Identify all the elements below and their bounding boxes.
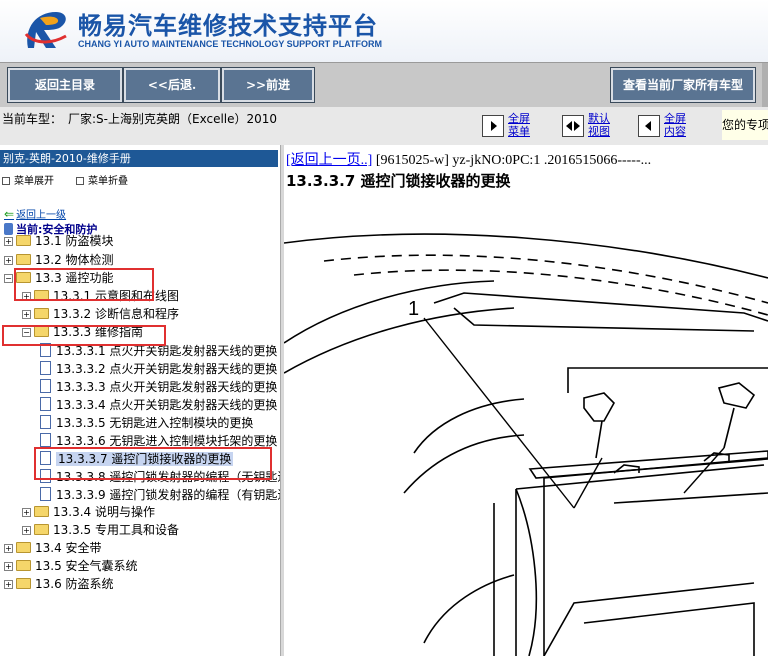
tree-item-label[interactable]: 13.3.4 说明与操作	[53, 505, 155, 519]
expand-toggle-icon[interactable]: +	[4, 237, 13, 246]
back-level-link[interactable]: ⇐ 返回上一级	[4, 206, 66, 221]
highlight-box	[14, 268, 154, 301]
tree-item-label[interactable]: 13.3.3.9 遥控门锁发射器的编程（有钥匙进入）	[56, 488, 280, 502]
document-icon	[40, 361, 51, 375]
current-model: 当前车型： 厂家:S-上海别克英朗（Excelle）2010	[2, 110, 283, 127]
folder-icon	[16, 254, 31, 265]
document-icon	[40, 415, 51, 429]
back-page-link[interactable]: [返回上一页..]	[286, 153, 372, 168]
highlight-box	[34, 447, 272, 480]
checkbox-icon	[76, 177, 84, 185]
site-title: 畅易汽车维修技术支持平台	[78, 12, 378, 40]
folder-icon	[16, 578, 31, 589]
tree-item-label[interactable]: 13.3.5 专用工具和设备	[53, 523, 179, 537]
back-arrow-icon: ⇐	[4, 207, 15, 221]
checkbox-icon	[2, 177, 10, 185]
tree-item-label[interactable]: 13.3.3.1 点火开关钥匙发射器天线的更换	[56, 344, 277, 358]
document-icon	[40, 397, 51, 411]
callout-label: 1	[408, 298, 419, 320]
tree-folder-item[interactable]: +13.6 防盗系统	[4, 575, 114, 593]
tree-item-label[interactable]: 13.5 安全气囊系统	[35, 559, 138, 573]
folder-icon	[34, 308, 49, 319]
expand-toggle-icon[interactable]: +	[4, 580, 13, 589]
content-header: [返回上一页..] [9615025-w] yz-jkNO:0PC:1 .201…	[286, 149, 651, 169]
expand-menu-option[interactable]: 菜单展开	[2, 172, 54, 187]
collapse-toggle-icon[interactable]: −	[4, 274, 13, 283]
tree-item-label[interactable]: 13.3.3.6 无钥匙进入控制模块托架的更换	[56, 434, 277, 448]
sidebar-title: 别克-英朗-2010-维修手册	[0, 150, 278, 167]
site-subtitle: CHANG YI AUTO MAINTENANCE TECHNOLOGY SUP…	[78, 39, 383, 49]
tree-doc-item[interactable]: 13.3.3.2 点火开关钥匙发射器天线的更换	[40, 360, 277, 378]
tree-item-label[interactable]: 13.3.3.4 点火开关钥匙发射器天线的更换	[56, 398, 277, 412]
collapse-menu-option[interactable]: 菜单折叠	[76, 172, 128, 187]
folder-icon	[16, 542, 31, 553]
expand-toggle-icon[interactable]: +	[22, 526, 31, 535]
fullscreen-menu-icon	[482, 115, 504, 137]
forward-button[interactable]: >>前进	[222, 68, 314, 102]
document-title: 13.3.3.7 遥控门锁接收器的更换	[286, 172, 511, 190]
tree-item-label[interactable]: 13.3.2 诊断信息和程序	[53, 307, 179, 321]
fullscreen-menu-text[interactable]: 全屏 菜单	[508, 112, 530, 138]
tree-folder-item[interactable]: +13.3.4 说明与操作	[22, 503, 155, 521]
all-models-button[interactable]: 查看当前厂家所有车型	[611, 68, 755, 102]
scrolling-notice: 您的专项	[722, 110, 768, 140]
default-view-text[interactable]: 默认 视图	[588, 112, 610, 138]
tree-doc-item[interactable]: 13.3.3.4 点火开关钥匙发射器天线的更换	[40, 396, 277, 414]
tree-item-label[interactable]: 13.3.3.5 无钥匙进入控制模块的更换	[56, 416, 253, 430]
tree-folder-item[interactable]: +13.4 安全带	[4, 539, 102, 557]
main-menu-button[interactable]: 返回主目录	[8, 68, 122, 102]
default-view-icon	[562, 115, 584, 137]
back-button[interactable]: <<后退.	[124, 68, 220, 102]
tree-folder-item[interactable]: +13.1 防盗模块	[4, 232, 114, 250]
sidebar: 别克-英朗-2010-维修手册 菜单展开 菜单折叠 ⇐ 返回上一级 当前:安全和防…	[0, 145, 280, 656]
logo-icon	[24, 12, 67, 48]
current-model-value: 厂家:S-上海别克英朗（Excelle）2010	[68, 112, 278, 126]
tree-doc-item[interactable]: 13.3.3.9 遥控门锁发射器的编程（有钥匙进入）	[40, 486, 280, 504]
document-icon	[40, 487, 51, 501]
document-icon	[40, 433, 51, 447]
folder-icon	[16, 560, 31, 571]
tree-item-label[interactable]: 13.1 防盗模块	[35, 234, 114, 248]
fullscreen-content-icon	[638, 115, 660, 137]
toolbar-edge	[762, 63, 768, 107]
tree-item-label[interactable]: 13.6 防盗系统	[35, 577, 114, 591]
folder-icon	[34, 524, 49, 535]
folder-icon	[34, 506, 49, 517]
expand-toggle-icon[interactable]: +	[22, 310, 31, 319]
expand-toggle-icon[interactable]: +	[4, 562, 13, 571]
tree-folder-item[interactable]: +13.3.2 诊断信息和程序	[22, 305, 179, 323]
expand-toggle-icon[interactable]: +	[4, 256, 13, 265]
expand-toggle-icon[interactable]: +	[4, 544, 13, 553]
tree-item-label[interactable]: 13.4 安全带	[35, 541, 102, 555]
tree-item-label[interactable]: 13.3.3.2 点火开关钥匙发射器天线的更换	[56, 362, 277, 376]
info-bar: 当前车型： 厂家:S-上海别克英朗（Excelle）2010 全屏 菜单 默认 视图 …	[0, 107, 768, 145]
folder-icon	[16, 235, 31, 246]
expand-toggle-icon[interactable]: +	[22, 508, 31, 517]
tree-item-label[interactable]: 13.3.3.3 点火开关钥匙发射器天线的更换	[56, 380, 277, 394]
fullscreen-content-text[interactable]: 全屏 内容	[664, 112, 686, 138]
tree-item-label[interactable]: 13.2 物体检测	[35, 253, 114, 267]
document-icon	[40, 379, 51, 393]
current-model-label: 当前车型：	[2, 112, 63, 126]
content-pane: [返回上一页..] [9615025-w] yz-jkNO:0PC:1 .201…	[284, 145, 768, 656]
toolbar: 返回主目录 <<后退. >>前进 查看当前厂家所有车型	[0, 62, 768, 108]
tree-folder-item[interactable]: +13.5 安全气囊系统	[4, 557, 138, 575]
header-banner: 畅易汽车维修技术支持平台 CHANG YI AUTO MAINTENANCE T…	[0, 0, 768, 62]
tree-folder-item[interactable]: +13.3.5 专用工具和设备	[22, 521, 179, 539]
reference-text: [9615025-w] yz-jkNO:0PC:1 .2016515066---…	[375, 153, 652, 168]
tree-folder-item[interactable]: +13.2 物体检测	[4, 251, 114, 269]
tree-doc-item[interactable]: 13.3.3.3 点火开关钥匙发射器天线的更换	[40, 378, 277, 396]
tree-doc-item[interactable]: 13.3.3.5 无钥匙进入控制模块的更换	[40, 414, 253, 432]
receiver-diagram: 1	[284, 233, 768, 656]
highlight-box	[2, 325, 166, 346]
